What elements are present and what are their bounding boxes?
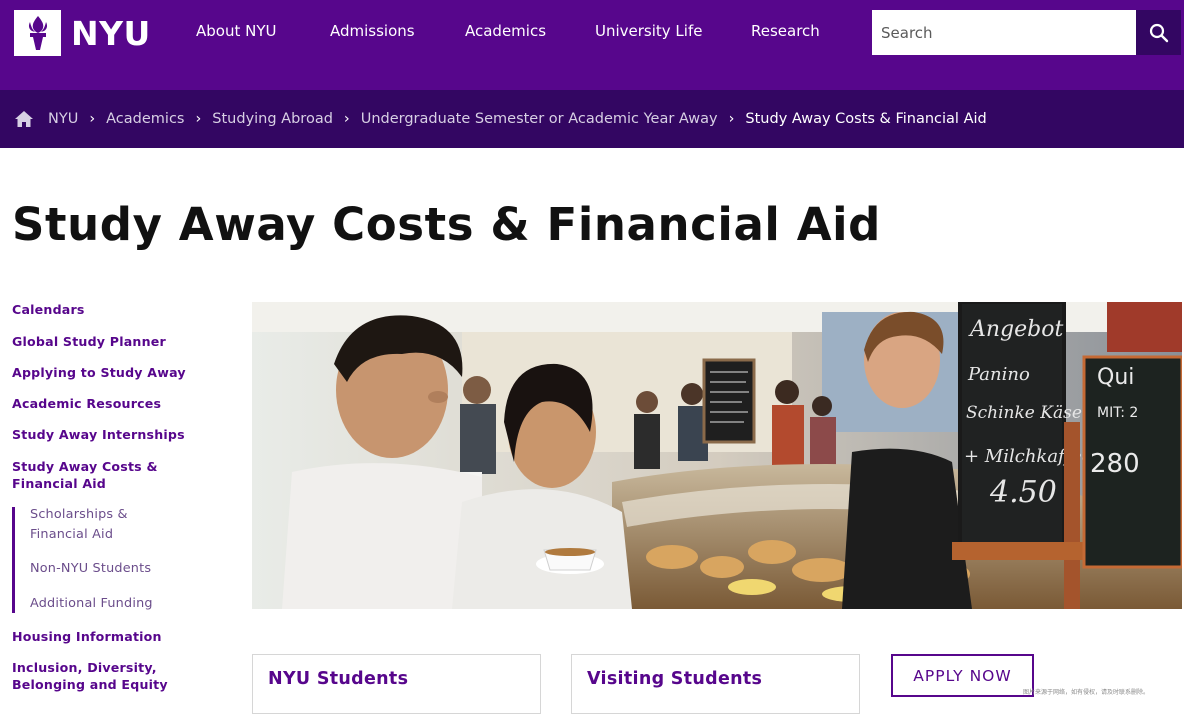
nav-university-life[interactable]: University Life [595, 22, 702, 40]
top-navigation-bar: NYU About NYU Admissions Academics Unive… [0, 0, 1184, 90]
sidebar-item-academic-resources[interactable]: Academic Resources [12, 395, 161, 412]
breadcrumb-separator: › [195, 111, 202, 127]
sidebar-item-label: Inclusion, Diversity, [12, 660, 157, 675]
sidebar-item-calendars[interactable]: Calendars [12, 301, 85, 318]
nyu-logo[interactable]: NYU [14, 10, 152, 56]
chalkboard-text: 280 [1090, 449, 1140, 479]
breadcrumb-undergraduate-away[interactable]: Undergraduate Semester or Academic Year … [361, 111, 718, 127]
chalkboard-text: MIT: 2 [1097, 405, 1138, 421]
search-icon [1149, 23, 1168, 42]
sidebar-item-global-study-planner[interactable]: Global Study Planner [12, 333, 166, 350]
sidebar-item-housing[interactable]: Housing Information [12, 628, 162, 645]
sidebar-item-costs-financial-aid[interactable]: Study Away Costs & Financial Aid [12, 458, 158, 492]
breadcrumb-studying-abroad[interactable]: Studying Abroad [212, 111, 333, 127]
hero-image: Angebot Panino Schinke Käse + Milchkaffe… [252, 302, 1182, 609]
chalkboard-text: Qui [1097, 365, 1134, 390]
subnav-item-non-nyu-students[interactable]: Non-NYU Students [30, 559, 151, 579]
subnav-item-label: Scholarships & [30, 507, 128, 522]
sidebar-item-applying[interactable]: Applying to Study Away [12, 364, 186, 381]
page-title: Study Away Costs & Financial Aid [12, 198, 881, 251]
breadcrumb-bar: NYU › Academics › Studying Abroad › Unde… [0, 90, 1184, 148]
nav-academics[interactable]: Academics [465, 22, 546, 40]
sidebar-item-label: Study Away Costs & [12, 459, 158, 474]
breadcrumb-separator: › [89, 111, 96, 127]
watermark-text: 图片来源于网络，如有侵权，请及时联系删除。 [1023, 689, 1150, 696]
chalkboard-text: Panino [967, 364, 1030, 385]
breadcrumb-separator: › [343, 111, 350, 127]
subnav-item-label: Financial Aid [30, 527, 114, 542]
apply-now-button[interactable]: APPLY NOW [891, 654, 1034, 697]
sidebar-item-label: Belonging and Equity [12, 677, 168, 692]
breadcrumb-academics[interactable]: Academics [106, 111, 184, 127]
breadcrumb-current: Study Away Costs & Financial Aid [745, 111, 987, 127]
nav-research[interactable]: Research [751, 22, 820, 40]
sidebar-item-internships[interactable]: Study Away Internships [12, 426, 185, 443]
nav-admissions[interactable]: Admissions [330, 22, 415, 40]
sidebar-item-inclusion[interactable]: Inclusion, Diversity, Belonging and Equi… [12, 659, 168, 693]
search-input[interactable] [872, 10, 1136, 55]
subnav-item-scholarships[interactable]: Scholarships & Financial Aid [30, 505, 128, 545]
sidebar-item-label: Financial Aid [12, 476, 107, 491]
subnav-indicator [12, 507, 15, 613]
home-icon[interactable] [14, 110, 34, 128]
subnav-item-additional-funding[interactable]: Additional Funding [30, 594, 153, 614]
breadcrumb: NYU › Academics › Studying Abroad › Unde… [14, 90, 987, 148]
chalkboard-text: Schinke Käse [966, 403, 1082, 423]
breadcrumb-separator: › [728, 111, 735, 127]
card-title: Visiting Students [587, 669, 763, 689]
card-visiting-students[interactable]: Visiting Students [571, 654, 860, 714]
nav-about-nyu[interactable]: About NYU [196, 22, 276, 40]
breadcrumb-nyu[interactable]: NYU [48, 111, 78, 127]
card-title: NYU Students [268, 669, 409, 689]
torch-icon [14, 10, 61, 56]
chalkboard-text: Angebot [968, 317, 1063, 342]
search-button[interactable] [1136, 10, 1181, 55]
logo-wordmark: NYU [71, 13, 151, 53]
card-nyu-students[interactable]: NYU Students [252, 654, 541, 714]
chalkboard-text: 4.50 [989, 475, 1057, 510]
